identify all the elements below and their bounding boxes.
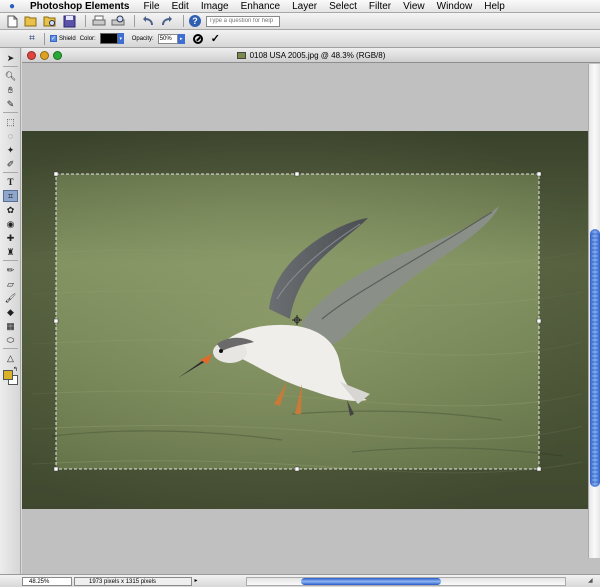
options-bar: ⌗ ✓ Shield Color: ▾ Opacity: 50% ▸ ✓ <box>0 30 600 48</box>
red-eye-tool-icon[interactable]: ◉ <box>3 218 18 230</box>
shortcuts-bar: ? <box>0 13 600 30</box>
toolbox: ➤ 🔍︎ ✋︎ ✎ ⬚ ◌ ✦ ✐ T ⌗ ✿ ◉ ✚ ♜ ✏︎ ▱ 🖌︎ ◆ … <box>0 48 21 574</box>
status-bar: 48.25% 1973 pixels x 1315 pixels ▸ ◢ <box>0 574 600 587</box>
minimize-window-button[interactable] <box>40 51 49 60</box>
cookie-cutter-tool-icon[interactable]: ✿ <box>3 204 18 216</box>
print-icon[interactable] <box>91 14 107 28</box>
menu-enhance[interactable]: Enhance <box>235 1 286 12</box>
menu-image[interactable]: Image <box>195 1 235 12</box>
clone-stamp-tool-icon[interactable]: ♜ <box>3 246 18 258</box>
opacity-label: Opacity: <box>131 35 154 42</box>
menu-view[interactable]: View <box>397 1 431 12</box>
zoom-window-button[interactable] <box>53 51 62 60</box>
eraser-tool-icon[interactable]: ▱ <box>3 278 18 290</box>
crop-handle-middle-left[interactable] <box>53 318 59 324</box>
vertical-scroll-thumb[interactable] <box>590 229 600 487</box>
type-tool-icon[interactable]: T <box>3 176 18 188</box>
menu-bar: ● Photoshop Elements File Edit Image Enh… <box>0 0 600 13</box>
crop-handle-top-left[interactable] <box>53 171 59 177</box>
blur-tool-icon[interactable]: △ <box>3 352 18 364</box>
shield-label: Shield <box>59 35 76 42</box>
move-tool-icon[interactable]: ➤ <box>3 52 18 64</box>
swap-colors-icon[interactable]: ↰ <box>13 366 18 373</box>
magic-wand-tool-icon[interactable]: ✦ <box>3 144 18 156</box>
crop-handle-bottom-right[interactable] <box>536 466 542 472</box>
help-search-input[interactable] <box>206 15 280 27</box>
crop-tool-selected-icon[interactable]: ⌗ <box>3 190 18 202</box>
close-window-button[interactable] <box>27 51 36 60</box>
crop-handle-middle-right[interactable] <box>536 318 542 324</box>
pencil-tool-icon[interactable]: ✏︎ <box>3 264 18 276</box>
crop-handle-bottom-left[interactable] <box>53 466 59 472</box>
opacity-input[interactable]: 50% <box>157 33 178 44</box>
print-preview-icon[interactable] <box>110 14 126 28</box>
photo-canvas[interactable] <box>22 64 588 558</box>
status-info-arrow-icon[interactable]: ▸ <box>192 577 200 586</box>
browse-icon[interactable] <box>42 14 58 28</box>
vertical-scrollbar[interactable] <box>588 64 600 558</box>
help-icon[interactable]: ? <box>189 15 201 27</box>
crop-handle-top-center[interactable] <box>294 171 300 177</box>
undo-icon[interactable] <box>140 14 156 28</box>
zoom-tool-icon[interactable]: 🔍︎ <box>3 70 18 82</box>
shield-checkbox[interactable]: ✓ <box>50 35 57 42</box>
commit-crop-icon[interactable]: ✓ <box>211 32 220 45</box>
brush-tool-icon[interactable]: 🖌︎ <box>3 292 18 304</box>
menu-select[interactable]: Select <box>323 1 363 12</box>
marquee-tool-icon[interactable]: ⬚ <box>3 116 18 128</box>
hand-tool-icon[interactable]: ✋︎ <box>3 84 18 96</box>
save-icon[interactable] <box>61 14 77 28</box>
menu-layer[interactable]: Layer <box>286 1 323 12</box>
zoom-level-field[interactable]: 48.25% <box>22 576 72 586</box>
document-window: 0108 USA 2005.jpg @ 48.3% (RGB/8) <box>22 48 600 574</box>
menu-filter[interactable]: Filter <box>363 1 397 12</box>
crop-tool-icon[interactable]: ⌗ <box>26 33 38 45</box>
canvas-area[interactable] <box>22 64 588 558</box>
healing-brush-tool-icon[interactable]: ✚ <box>3 232 18 244</box>
document-title-bar[interactable]: 0108 USA 2005.jpg @ 48.3% (RGB/8) <box>22 48 600 63</box>
selection-brush-tool-icon[interactable]: ✐ <box>3 158 18 170</box>
foreground-color-swatch[interactable] <box>3 370 13 380</box>
photo-image <box>22 131 588 509</box>
color-dropdown-arrow-icon[interactable]: ▾ <box>117 33 124 44</box>
document-icon <box>236 51 246 59</box>
menu-edit[interactable]: Edit <box>166 1 195 12</box>
menu-window[interactable]: Window <box>431 1 479 12</box>
document-title: 0108 USA 2005.jpg @ 48.3% (RGB/8) <box>249 50 386 60</box>
menu-help[interactable]: Help <box>478 1 511 12</box>
color-label: Color: <box>79 35 96 42</box>
horizontal-scrollbar[interactable] <box>246 577 566 586</box>
document-dimensions: 1973 pixels x 1315 pixels <box>74 576 192 586</box>
lasso-tool-icon[interactable]: ◌ <box>3 130 18 142</box>
redo-icon[interactable] <box>159 14 175 28</box>
opacity-slider-arrow-icon[interactable]: ▸ <box>177 33 185 44</box>
shield-color-swatch[interactable] <box>99 33 118 44</box>
cancel-crop-icon[interactable] <box>192 33 203 44</box>
eyedropper-tool-icon[interactable]: ✎ <box>3 98 18 110</box>
new-file-icon[interactable] <box>4 14 20 28</box>
horizontal-scroll-thumb[interactable] <box>301 578 441 585</box>
open-folder-icon[interactable] <box>23 14 39 28</box>
shape-tool-icon[interactable]: ⬭ <box>3 334 18 346</box>
menu-app-name[interactable]: Photoshop Elements <box>24 1 137 12</box>
resize-grip-icon[interactable]: ◢ <box>588 577 598 586</box>
crop-handle-bottom-center[interactable] <box>294 466 300 472</box>
menu-file[interactable]: File <box>137 1 165 12</box>
paint-bucket-tool-icon[interactable]: ◆ <box>3 306 18 318</box>
crop-handle-top-right[interactable] <box>536 171 542 177</box>
gradient-tool-icon[interactable]: ▦ <box>3 320 18 332</box>
apple-menu-icon[interactable]: ● <box>0 1 24 12</box>
